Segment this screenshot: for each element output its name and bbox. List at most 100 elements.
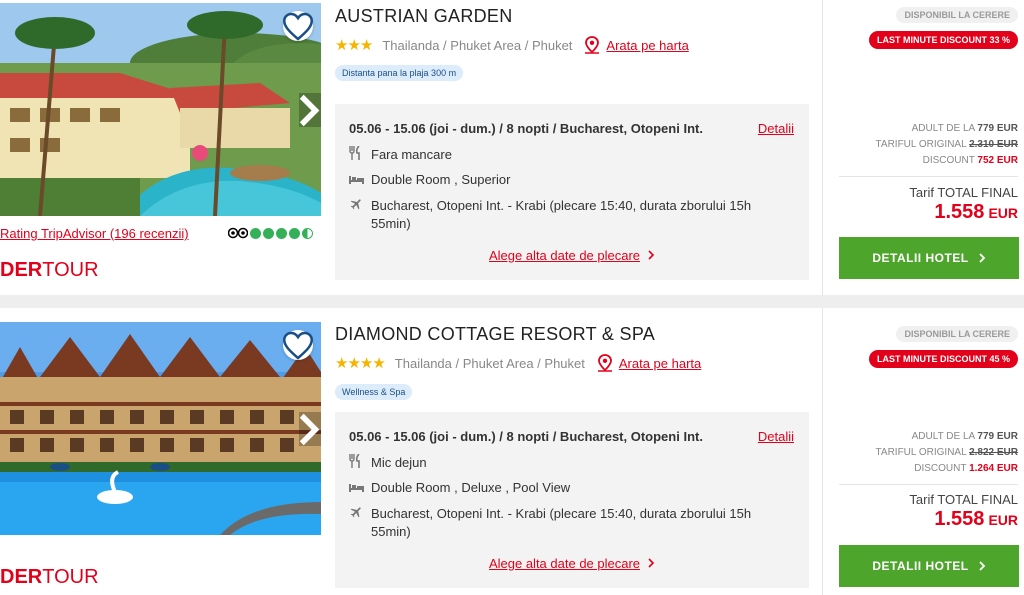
discount-row: DISCOUNT 752 EUR: [923, 155, 1018, 166]
fork-knife-icon: [349, 453, 371, 473]
hotel-photo-image: [0, 3, 321, 216]
hotel-photo[interactable]: [0, 3, 321, 216]
chevron-right-icon: [299, 94, 320, 126]
map-link[interactable]: Arata pe harta: [619, 356, 701, 371]
adult-price-row: ADULT DE LA 779 EUR: [912, 431, 1018, 442]
discount-label: DISCOUNT: [914, 463, 967, 474]
plane-icon: [349, 197, 371, 233]
total-price: 1.558 EUR: [934, 508, 1018, 531]
hotel-meta: ★★★ Thailanda / Phuket Area / Phuket Ara…: [335, 36, 689, 54]
total-price-value: 1.558: [934, 508, 985, 530]
total-label: Tarif TOTAL FINAL: [909, 492, 1018, 507]
availability-badge: DISPONIBIL LA CERERE: [896, 326, 1018, 342]
discount-label: DISCOUNT: [922, 155, 975, 166]
hotel-stars: ★★★★: [335, 355, 386, 372]
tripadvisor-link[interactable]: Rating TripAdvisor (196 recenzii): [0, 226, 189, 241]
gallery-next-button[interactable]: [299, 412, 321, 446]
discount-value: 1.264 EUR: [969, 463, 1018, 474]
other-dates-label: Alege alta date de plecare: [488, 248, 641, 263]
other-dates-label: Alege alta date de plecare: [488, 556, 641, 571]
original-label: TARIFUL ORIGINAL: [875, 447, 967, 458]
flight-text: Bucharest, Otopeni Int. - Krabi (plecare…: [371, 506, 752, 539]
hotel-location: Thailanda / Phuket Area / Phuket: [382, 37, 573, 53]
total-price: 1.558 EUR: [934, 201, 1018, 224]
adult-label: ADULT DE LA: [911, 431, 975, 442]
adult-price: 779 EUR: [977, 123, 1018, 134]
meal-row: Mic dejun: [349, 453, 427, 473]
details-link[interactable]: Detalii: [758, 429, 794, 444]
total-currency: EUR: [988, 205, 1018, 221]
tripadvisor-owl-icon: [228, 227, 248, 239]
divider: [839, 484, 1018, 485]
hotel-details-label: DETALII HOTEL: [872, 251, 969, 265]
chevron-right-icon: [979, 558, 986, 574]
bed-icon: [349, 171, 371, 189]
original-price-row: TARIFUL ORIGINAL 2.822 EUR: [876, 447, 1018, 458]
plane-icon: [349, 505, 371, 541]
total-price-value: 1.558: [934, 201, 985, 223]
total-currency: EUR: [988, 512, 1018, 528]
meal-text: Mic dejun: [371, 455, 427, 470]
hotel-meta: ★★★★ Thailanda / Phuket Area / Phuket Ar…: [335, 354, 701, 372]
original-price-row: TARIFUL ORIGINAL 2.310 EUR: [876, 139, 1018, 150]
other-dates-link[interactable]: Alege alta date de plecare: [335, 556, 809, 571]
details-link[interactable]: Detalii: [758, 121, 794, 136]
bed-icon: [349, 479, 371, 497]
other-dates-link[interactable]: Alege alta date de plecare: [335, 248, 809, 263]
rating-dot-half: [302, 227, 313, 239]
hotel-details-label: DETALII HOTEL: [872, 559, 969, 573]
dertour-logo: DERTOUR: [0, 566, 99, 588]
hotel-photo[interactable]: [0, 322, 321, 535]
hotel-name[interactable]: AUSTRIAN GARDEN: [335, 6, 513, 27]
original-label: TARIFUL ORIGINAL: [875, 139, 967, 150]
offer-details: 05.06 - 15.06 (joi - dum.) / 8 nopti / B…: [335, 104, 809, 280]
meal-text: Fara mancare: [371, 147, 452, 162]
discount-value: 752 EUR: [977, 155, 1018, 166]
hotel-details-button[interactable]: DETALII HOTEL: [839, 545, 1019, 587]
room-text: Double Room , Superior: [371, 172, 511, 187]
hotel-card: DERTOUR DIAMOND COTTAGE RESORT & SPA ★★★…: [0, 308, 1024, 595]
hotel-photo-image: [0, 322, 321, 535]
offer-details: 05.06 - 15.06 (joi - dum.) / 8 nopti / B…: [335, 412, 809, 588]
rating-dot: [289, 227, 300, 239]
original-price: 2.822 EUR: [969, 447, 1018, 458]
hotel-details-button[interactable]: DETALII HOTEL: [839, 237, 1019, 279]
map-pin-icon: [584, 36, 600, 54]
last-minute-badge: LAST MINUTE DISCOUNT 45 %: [868, 350, 1018, 368]
flight-text: Bucharest, Otopeni Int. - Krabi (plecare…: [371, 198, 752, 231]
price-column: DISPONIBIL LA CERERE LAST MINUTE DISCOUN…: [822, 0, 1024, 295]
chevron-right-icon: [299, 413, 320, 445]
adult-price: 779 EUR: [977, 431, 1018, 442]
hotel-name[interactable]: DIAMOND COTTAGE RESORT & SPA: [335, 324, 655, 345]
rating-dot: [250, 227, 261, 239]
room-row: Double Room , Deluxe , Pool View: [349, 479, 570, 497]
adult-label: ADULT DE LA: [911, 123, 975, 134]
gallery-next-button[interactable]: [299, 93, 321, 127]
chevron-right-icon: [648, 556, 655, 571]
discount-row: DISCOUNT 1.264 EUR: [914, 463, 1018, 474]
map-link[interactable]: Arata pe harta: [606, 38, 688, 53]
rating-dot: [263, 227, 274, 239]
total-label: Tarif TOTAL FINAL: [909, 185, 1018, 200]
last-minute-badge: LAST MINUTE DISCOUNT 33 %: [868, 31, 1018, 49]
hotel-tag: Wellness & Spa: [335, 384, 413, 400]
tripadvisor-row: Rating TripAdvisor (196 recenzii): [0, 225, 321, 243]
tripadvisor-rating: [228, 227, 313, 239]
offer-dates: 05.06 - 15.06 (joi - dum.) / 8 nopti / B…: [349, 121, 703, 136]
price-column: DISPONIBIL LA CERERE LAST MINUTE DISCOUN…: [822, 308, 1024, 595]
offer-dates: 05.06 - 15.06 (joi - dum.) / 8 nopti / B…: [349, 429, 703, 444]
hotel-card: Rating TripAdvisor (196 recenzii) DERTOU…: [0, 0, 1024, 295]
room-text: Double Room , Deluxe , Pool View: [371, 480, 571, 495]
flight-row: Bucharest, Otopeni Int. - Krabi (plecare…: [349, 197, 789, 233]
adult-price-row: ADULT DE LA 779 EUR: [912, 123, 1018, 134]
flight-row: Bucharest, Otopeni Int. - Krabi (plecare…: [349, 505, 789, 541]
chevron-right-icon: [648, 248, 655, 263]
original-price: 2.310 EUR: [969, 139, 1018, 150]
meal-row: Fara mancare: [349, 145, 452, 165]
map-pin-icon: [597, 354, 613, 372]
fork-knife-icon: [349, 145, 371, 165]
room-row: Double Room , Superior: [349, 171, 510, 189]
availability-badge: DISPONIBIL LA CERERE: [896, 7, 1018, 23]
chevron-right-icon: [979, 250, 986, 266]
dertour-logo: DERTOUR: [0, 259, 99, 281]
